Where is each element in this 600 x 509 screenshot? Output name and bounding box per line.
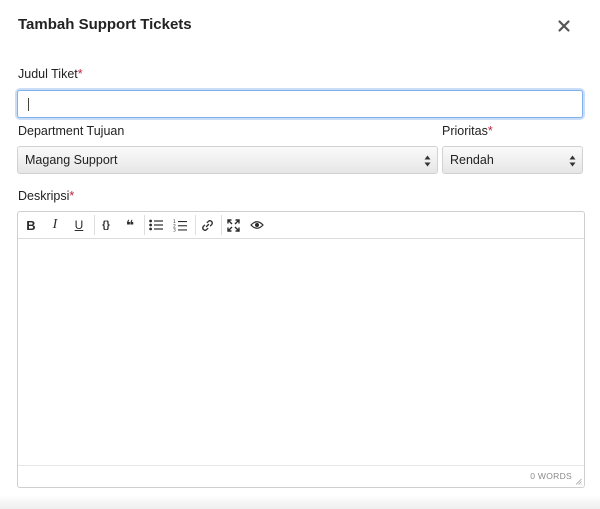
toolbar-separator [195, 215, 196, 235]
department-selected-value: Magang Support [25, 153, 118, 167]
unordered-list-button[interactable] [147, 216, 165, 234]
select-arrows-icon [424, 155, 431, 167]
bold-button[interactable]: B [22, 216, 40, 234]
resize-grip-icon[interactable] [575, 478, 582, 485]
fullscreen-button[interactable] [224, 216, 242, 234]
fullscreen-icon [226, 218, 240, 232]
title-input[interactable] [17, 90, 583, 118]
ordered-list-button[interactable]: 1 2 3 [171, 216, 189, 234]
priority-field-label: Prioritas* [442, 124, 493, 138]
department-field-label: Department Tujuan [18, 124, 125, 138]
code-button[interactable]: {} [97, 216, 115, 234]
priority-select[interactable]: Rendah [442, 146, 583, 174]
close-button[interactable] [556, 18, 572, 34]
bold-icon: B [26, 217, 36, 233]
quote-icon: ❝ [125, 216, 135, 233]
select-arrows-icon [569, 155, 576, 167]
italic-icon: I [52, 217, 58, 232]
link-button[interactable] [198, 216, 216, 234]
eye-icon [250, 221, 264, 229]
modal-title: Tambah Support Tickets [18, 16, 192, 33]
priority-selected-value: Rendah [450, 153, 494, 167]
italic-button[interactable]: I [46, 216, 64, 234]
description-textarea[interactable] [18, 239, 584, 466]
department-select[interactable]: Magang Support [17, 146, 438, 174]
editor-statusbar: 0 WORDS [18, 466, 584, 487]
link-icon [201, 219, 213, 231]
support-ticket-modal: Tambah Support Tickets Judul Tiket* Depa… [0, 0, 600, 509]
numbered-list-icon: 1 2 3 [173, 219, 187, 232]
underline-button[interactable]: U [70, 216, 88, 234]
markdown-editor: B I U {} ❝ 1 2 3 0 WORDS [17, 211, 585, 488]
toolbar-separator [221, 215, 222, 235]
preview-button[interactable] [248, 216, 266, 234]
text-caret [28, 98, 29, 111]
toolbar-separator [144, 215, 145, 235]
toolbar-separator [94, 215, 95, 235]
code-braces-icon: {} [102, 219, 110, 231]
description-field-label: Deskripsi* [18, 189, 75, 203]
word-count: 0 WORDS [530, 471, 572, 481]
close-icon [558, 20, 570, 32]
title-field-label: Judul Tiket* [18, 67, 83, 81]
underline-icon: U [74, 218, 84, 232]
quote-button[interactable]: ❝ [121, 216, 139, 234]
svg-text:3: 3 [173, 227, 176, 231]
modal-footer-shade [0, 495, 600, 509]
bullet-list-icon [149, 219, 163, 231]
editor-toolbar: B I U {} ❝ 1 2 3 [18, 212, 584, 239]
